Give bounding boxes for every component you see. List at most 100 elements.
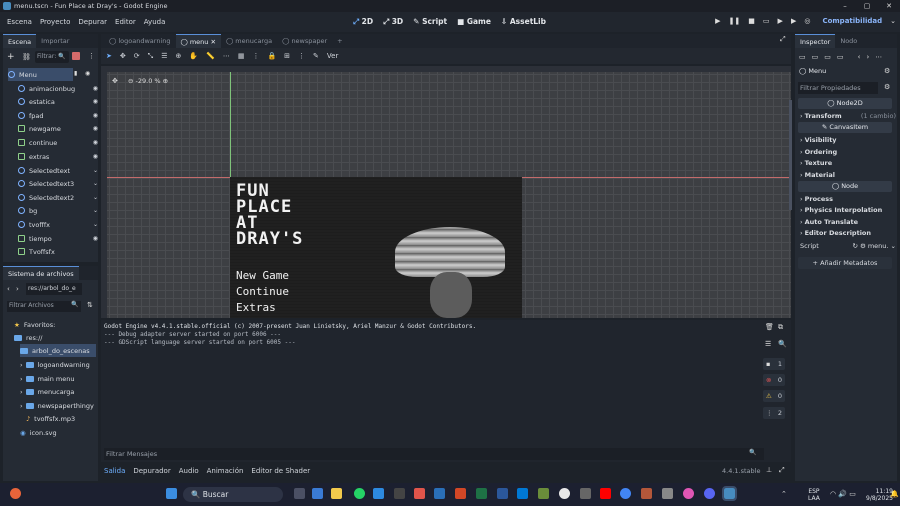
fs-item-tvoffsfx[interactable]: ♪ tvoffsfx.mp3 — [26, 412, 75, 425]
canvas-viewport[interactable]: ✥ ⊖ -29.0 % ⊕ FUN PLACE AT DRAY'S New Ga… — [101, 66, 791, 318]
tab-menu[interactable]: ◯ menu ✕ — [175, 34, 221, 48]
app-icon-blue[interactable] — [434, 488, 445, 499]
notification-icon[interactable]: 🔔 — [890, 490, 899, 498]
clear-log-icon[interactable]: 🗑 — [765, 323, 774, 331]
pin-icon[interactable]: ⊥ — [766, 466, 772, 474]
fs-item-newspaper[interactable]: › newspaperthingy — [20, 399, 94, 412]
whatsapp-icon[interactable] — [354, 488, 365, 499]
scrollbar[interactable] — [789, 100, 792, 210]
grid-icon[interactable]: ▦ — [238, 52, 245, 60]
collapse-icon[interactable]: ☰ — [765, 340, 771, 348]
fs-item-arbol[interactable]: arbol_do_escenas — [20, 344, 96, 357]
link-icon[interactable]: ⛓ — [22, 53, 31, 61]
tree-item-tvoffsfx[interactable]: Tvoffsfx — [18, 245, 98, 258]
tree-item-extras[interactable]: extras ◉ — [18, 150, 98, 163]
workspace-3d[interactable]: ⤢ 3D — [383, 17, 403, 27]
tab-importar[interactable]: Importar — [36, 34, 74, 48]
lock-icon[interactable]: 🔒 — [267, 52, 276, 60]
pan-icon[interactable]: ✥ — [112, 77, 118, 85]
filter-options-icon[interactable]: ⚙ — [884, 83, 890, 91]
tab-inspector[interactable]: Inspector — [795, 34, 836, 48]
snap-icon[interactable]: ⋯ — [223, 52, 230, 60]
select-tool-icon[interactable]: ➤ — [106, 52, 112, 60]
terminal-icon[interactable] — [394, 488, 405, 499]
prop-transform[interactable]: › Transform (1 cambio) — [800, 110, 896, 121]
movie-icon[interactable]: ◎ — [804, 17, 810, 25]
favorites-item[interactable]: ★ Favoritos: — [14, 318, 55, 331]
powerpoint-icon[interactable] — [455, 488, 466, 499]
tree-item-selectedtext[interactable]: Selectedtext ⌄ — [18, 164, 98, 177]
app-icon-dark[interactable] — [662, 488, 673, 499]
tab-filesystem[interactable]: Sistema de archivos — [3, 266, 79, 280]
explorer-icon[interactable] — [331, 488, 342, 499]
copy-icon[interactable]: ⧉ — [778, 323, 783, 332]
tab-audio[interactable]: Audio — [179, 467, 199, 475]
properties-filter-input[interactable]: Filtrar Propiedades — [798, 82, 878, 94]
minecraft-icon[interactable] — [538, 488, 549, 499]
workspace-game[interactable]: ■ Game — [457, 17, 491, 27]
filesystem-filter-input[interactable]: Filtrar Archivos — [7, 301, 81, 312]
play-scene-icon[interactable]: ▶ — [778, 17, 783, 25]
godot-taskbar-icon[interactable] — [722, 486, 737, 501]
skeleton-icon[interactable]: ✎ — [313, 52, 319, 60]
eye-icon[interactable]: ◉ — [85, 70, 90, 77]
tab-nodo[interactable]: Nodo — [835, 34, 862, 48]
tree-item-tiempo[interactable]: tiempo ◉ — [18, 232, 98, 245]
renderer-select[interactable]: Compatibilidad — [822, 17, 882, 25]
inspector-node-select[interactable]: ◯ Menu — [799, 67, 879, 78]
scale-tool-icon[interactable]: ⤡ — [148, 52, 154, 61]
more-icon[interactable]: ⋮ — [252, 52, 259, 60]
weather-icon[interactable] — [10, 488, 21, 499]
view-menu[interactable]: Ver — [327, 52, 338, 60]
rotate-tool-icon[interactable]: ⟳ — [134, 52, 140, 60]
tree-item-continue[interactable]: continue ◉ — [18, 136, 98, 149]
tree-item-fpad[interactable]: fpad ◉ — [18, 109, 98, 122]
language-indicator[interactable]: ESP LAA — [808, 488, 820, 502]
prop-auto-translate[interactable]: › Auto Translate — [800, 216, 896, 227]
menu-ayuda[interactable]: Ayuda — [140, 18, 170, 26]
chevron-down-icon[interactable]: ⌄ — [890, 17, 896, 25]
scene-filter-input[interactable]: Filtrar: 🔍 — [35, 51, 69, 63]
menu-depurar[interactable]: Depurar — [74, 18, 111, 26]
workspace-assetlib[interactable]: ⇩ AssetLib — [501, 17, 546, 27]
fs-item-logoandwarning[interactable]: › logoandwarning — [20, 358, 90, 371]
tab-escena[interactable]: Escena — [3, 34, 37, 48]
prop-texture[interactable]: › Texture — [800, 157, 896, 168]
sort-icon[interactable]: ⇅ — [87, 301, 93, 309]
discord-icon[interactable] — [704, 488, 715, 499]
zoom-controls[interactable]: ⊖ -29.0 % ⊕ — [128, 77, 168, 85]
remote-debug-icon[interactable]: ▭ — [763, 17, 770, 25]
workspace-script[interactable]: ✎ Script — [413, 17, 447, 27]
path-input[interactable]: res://arbol_do_e — [26, 283, 82, 295]
errors-toggle[interactable]: ⊗ 0 — [763, 374, 785, 386]
tab-depurador[interactable]: Depurador — [133, 467, 170, 475]
move-tool-icon[interactable]: ✥ — [120, 52, 126, 60]
prop-physics-interp[interactable]: › Physics Interpolation — [800, 204, 896, 215]
pause-icon[interactable]: ❚❚ — [729, 17, 741, 25]
prop-editor-description[interactable]: › Editor Description — [800, 227, 896, 238]
add-tab-icon[interactable]: + — [332, 34, 347, 48]
tab-logoandwarning[interactable]: ◯ logoandwarning — [101, 34, 176, 48]
menu-editor[interactable]: Editor — [111, 18, 140, 26]
prop-script[interactable]: Script ↻ ⚙ menu. ⌄ — [800, 240, 896, 251]
back-icon[interactable]: ‹ — [7, 285, 10, 293]
app-icon-red[interactable] — [414, 488, 425, 499]
tree-item-tvofffx[interactable]: tvofffx ⌄ — [18, 218, 98, 231]
stop-icon[interactable]: ■ — [748, 17, 755, 25]
word-icon[interactable] — [497, 488, 508, 499]
tree-item-animacionbug[interactable]: animacionbug ◉ — [18, 82, 98, 95]
messages-filter-input[interactable]: Filtrar Mensajes — [104, 448, 764, 460]
start-icon[interactable] — [166, 488, 177, 499]
tab-animacion[interactable]: Animación — [207, 467, 244, 475]
prop-process[interactable]: › Process — [800, 193, 896, 204]
maximize-button[interactable]: ▢ — [856, 0, 878, 12]
tree-item-newgame[interactable]: newgame ◉ — [18, 122, 98, 135]
fs-item-res[interactable]: res:// — [14, 331, 43, 344]
chrome-icon[interactable] — [620, 488, 631, 499]
pan-tool-icon[interactable]: ✋ — [189, 52, 198, 60]
editor-messages-toggle[interactable]: ⋮ 2 — [763, 407, 785, 419]
youtube-icon[interactable] — [600, 488, 611, 499]
log-messages-toggle[interactable]: ▪ 1 — [763, 358, 785, 370]
warnings-toggle[interactable]: ⚠ 0 — [763, 390, 785, 402]
prop-visibility[interactable]: › Visibility — [800, 134, 896, 145]
